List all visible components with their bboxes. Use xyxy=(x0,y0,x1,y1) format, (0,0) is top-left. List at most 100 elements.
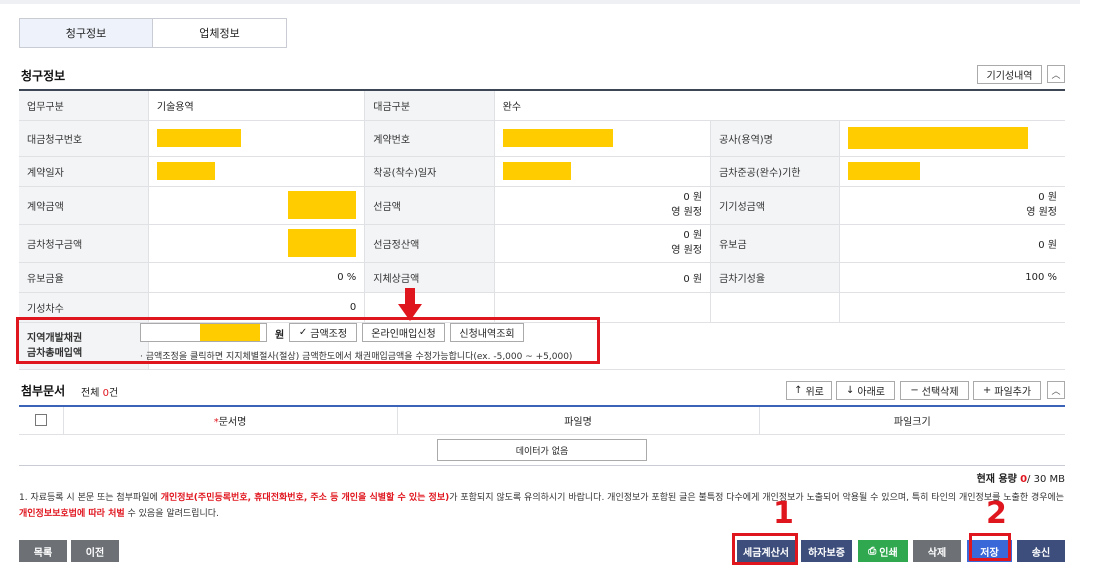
prev-button[interactable]: 이전 xyxy=(71,540,119,562)
column-file-name: 파일명 xyxy=(397,406,760,435)
redaction-mask xyxy=(502,162,571,180)
prev-progress-value: 0 원영 원정 xyxy=(839,186,1065,225)
contract-date-value xyxy=(148,156,366,187)
collapse-attachments-button[interactable]: ︿ xyxy=(1047,381,1065,399)
print-label: 인쇄 xyxy=(879,547,898,559)
work-type-value: 기술용역 xyxy=(148,90,366,121)
table-divider xyxy=(19,465,1065,466)
step2-number: 2 xyxy=(986,496,1007,531)
empty-cell xyxy=(710,292,841,323)
capacity-label: 현재 용량 xyxy=(976,474,1017,485)
advance-settle-amount: 0 원 xyxy=(683,230,703,241)
delete-button[interactable]: 삭제 xyxy=(913,540,961,562)
notice-text-2: 가 포함되지 않도록 유의하시기 바랍니다. 개인정보가 포함된 글은 불특정 … xyxy=(449,493,1065,503)
redaction-mask xyxy=(156,129,241,147)
print-button[interactable]: ⎙ 인쇄 xyxy=(858,540,908,562)
prev-progress-amount: 0 원 xyxy=(1038,192,1057,203)
attachments-total: 전체 0건 xyxy=(81,384,118,399)
claim-amount-label: 금차청구금액 xyxy=(19,224,149,263)
storage-capacity: 현재 용량 0/ 30 MB xyxy=(977,470,1065,485)
defect-guarantee-button[interactable]: 하자보증 xyxy=(801,540,852,562)
send-button[interactable]: 송신 xyxy=(1017,540,1065,562)
chevron-up-icon: ︿ xyxy=(1051,70,1061,81)
total-prefix: 전체 xyxy=(81,388,100,399)
claim-number-label: 대금청구번호 xyxy=(19,120,149,157)
claim-amount-value xyxy=(148,224,366,263)
down-arrow-annotation-icon xyxy=(398,288,422,321)
region-bond-highlight-box xyxy=(16,317,600,364)
move-up-button[interactable]: ↑ 위로 xyxy=(786,381,832,400)
empty-data-message: 데이터가 없음 xyxy=(437,439,647,461)
start-date-label: 착공(착수)일자 xyxy=(364,156,495,187)
arrow-up-icon: ↑ xyxy=(794,385,803,396)
advance-value: 0 원영 원정 xyxy=(494,186,712,225)
tab-bar: 청구정보 업체정보 xyxy=(19,18,287,48)
contract-number-label: 계약번호 xyxy=(364,120,495,157)
completion-deadline-value xyxy=(839,156,1065,187)
tab-billing-info[interactable]: 청구정보 xyxy=(19,18,153,48)
list-button[interactable]: 목록 xyxy=(19,540,67,562)
payment-type-label: 대금구분 xyxy=(364,90,495,121)
column-file-size: 파일크기 xyxy=(759,406,1065,435)
tab-company-info[interactable]: 업체정보 xyxy=(153,18,287,48)
retention-rate-value: 0 % xyxy=(148,262,366,293)
notice-red-2: 개인정보보호법에 따라 처벌 xyxy=(19,509,125,519)
collapse-billing-button[interactable]: ︿ xyxy=(1047,65,1065,83)
delay-penalty-value: 0 원 xyxy=(494,262,712,293)
delete-selected-button[interactable]: − 선택삭제 xyxy=(900,381,969,400)
move-up-label: 위로 xyxy=(805,387,824,398)
progress-rate-label: 금차기성율 xyxy=(710,262,841,293)
add-file-label: 파일추가 xyxy=(994,387,1032,398)
redaction-mask xyxy=(156,162,215,180)
notice-red-1: 개인정보(주민등록번호, 휴대전화번호, 주소 등 개인을 식별할 수 있는 정… xyxy=(160,493,450,503)
privacy-notice: 1. 자료등록 시 본문 또는 첨부파일에 개인정보(주민등록번호, 휴대전화번… xyxy=(19,490,1067,522)
redaction-mask xyxy=(288,229,357,257)
project-name-label: 공사(용역)명 xyxy=(710,120,841,157)
contract-date-label: 계약일자 xyxy=(19,156,149,187)
notice-text-1: 1. 자료등록 시 본문 또는 첨부파일에 xyxy=(19,493,161,503)
advance-settle-korean: 영 원정 xyxy=(671,245,703,256)
step1-number: 1 xyxy=(773,496,794,531)
printer-icon: ⎙ xyxy=(868,545,877,557)
move-down-label: 아래로 xyxy=(857,387,885,398)
chevron-up-icon: ︿ xyxy=(1051,386,1061,397)
redaction-mask xyxy=(502,129,613,147)
retention-rate-label: 유보금율 xyxy=(19,262,149,293)
contract-amount-value xyxy=(148,186,366,225)
total-suffix: 건 xyxy=(108,388,119,399)
progress-history-button[interactable]: 기기성내역 xyxy=(977,65,1042,84)
plus-icon: + xyxy=(982,385,992,396)
arrow-down-icon: ↓ xyxy=(846,385,855,396)
prev-progress-korean: 영 원정 xyxy=(1026,207,1057,218)
contract-number-value xyxy=(494,120,712,157)
step1-highlight-box xyxy=(732,533,798,565)
contract-amount-label: 계약금액 xyxy=(19,186,149,225)
advance-settle-label: 선금정산액 xyxy=(364,224,495,263)
attachments-section-title: 첨부문서 xyxy=(21,384,66,398)
work-type-label: 업무구분 xyxy=(19,90,149,121)
column-document-name: *문서명 xyxy=(63,406,398,435)
claim-number-value xyxy=(148,120,366,157)
minus-icon: − xyxy=(910,385,919,396)
move-down-button[interactable]: ↓ 아래로 xyxy=(836,381,895,400)
redaction-mask xyxy=(288,191,357,219)
add-file-button[interactable]: + 파일추가 xyxy=(973,381,1041,400)
top-bar xyxy=(0,0,1080,4)
payment-type-value: 완수 xyxy=(494,90,1065,121)
select-all-cell xyxy=(19,406,64,435)
capacity-total: / 30 MB xyxy=(1027,474,1065,485)
advance-settle-value: 0 원영 원정 xyxy=(494,224,712,263)
step2-highlight-box xyxy=(969,533,1011,561)
capacity-used: 0 xyxy=(1020,474,1028,485)
redaction-mask xyxy=(848,162,921,180)
select-all-checkbox[interactable] xyxy=(34,414,47,427)
notice-text-3: 수 있음을 알려드립니다. xyxy=(124,509,219,519)
advance-label: 선금액 xyxy=(364,186,495,225)
project-name-value xyxy=(839,120,1065,157)
attachments-table: *문서명 파일명 파일크기 xyxy=(19,405,1065,435)
progress-rate-value: 100 % xyxy=(839,262,1065,293)
advance-amount: 0 원 xyxy=(683,192,703,203)
column-document-name-label: 문서명 xyxy=(218,416,247,428)
completion-deadline-label: 금차준공(완수)기한 xyxy=(710,156,841,187)
advance-korean: 영 원정 xyxy=(671,207,703,218)
